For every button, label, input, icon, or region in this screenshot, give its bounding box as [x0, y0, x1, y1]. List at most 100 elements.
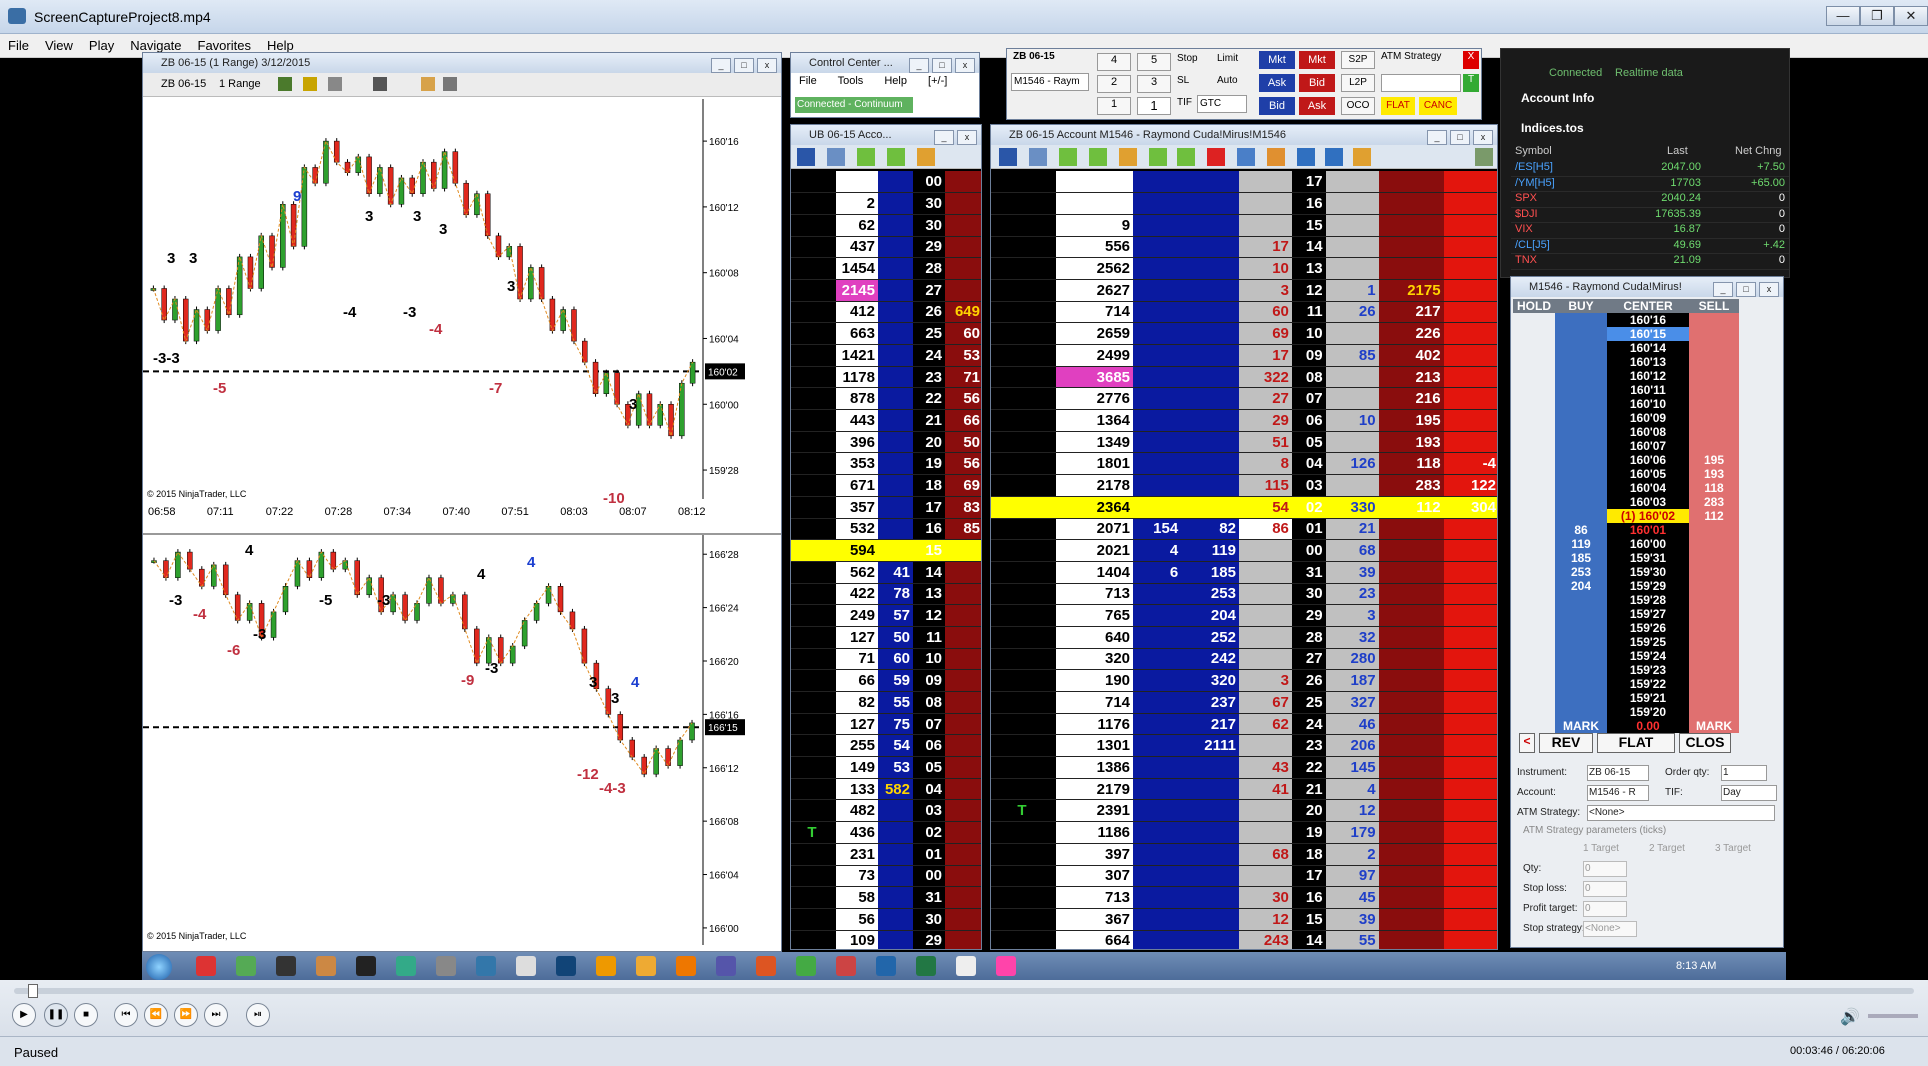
hold-cell[interactable] [1513, 341, 1555, 355]
dom-row[interactable]: 73 00 [791, 865, 981, 888]
hold-row[interactable]: 159'22 [1513, 677, 1739, 691]
buy-cell[interactable]: 119 [1555, 537, 1607, 551]
hold-row[interactable]: (1) 160'02 112 [1513, 509, 1739, 523]
ub-price-cell[interactable]: 04 [913, 778, 945, 801]
sell-cell[interactable] [1689, 425, 1739, 439]
dom-row[interactable]: 82 55 08 [791, 691, 981, 714]
ub-price-cell[interactable]: 23 [913, 366, 945, 389]
center-price-cell[interactable]: 159'25 [1607, 635, 1689, 649]
buy-cell[interactable] [1555, 383, 1607, 397]
sell-cell[interactable] [1689, 383, 1739, 397]
dom-row[interactable]: 109 29 [791, 930, 981, 949]
dom-row[interactable]: 1176 217 62 24 46 [991, 713, 1497, 736]
buy-cell[interactable] [1555, 355, 1607, 369]
oe-qty-input[interactable]: 1 [1137, 97, 1171, 115]
hold-cell[interactable] [1513, 439, 1555, 453]
dom-row[interactable]: 2179 41 21 4 [991, 778, 1497, 801]
zb-price-cell[interactable]: 15 [1291, 908, 1326, 931]
dom-row[interactable]: 2145 27 [791, 279, 981, 302]
hold-cell[interactable] [1513, 719, 1555, 733]
hold-cell[interactable] [1513, 607, 1555, 621]
hold-ladder[interactable]: HOLD BUY CENTER SELL 160'16 160'15 160'14 1… [1513, 299, 1739, 733]
zb-price-cell[interactable]: 03 [1291, 474, 1326, 497]
buy-bid-button[interactable]: Bid [1259, 97, 1295, 115]
dom-row[interactable]: 765 204 29 3 [991, 604, 1497, 627]
hold-row[interactable]: 119 160'00 [1513, 537, 1739, 551]
hold-row[interactable]: 86 160'01 [1513, 523, 1739, 537]
sell-bid-button[interactable]: Bid [1299, 74, 1335, 92]
buy-cell[interactable] [1555, 649, 1607, 663]
qty-4-button[interactable]: 4 [1097, 53, 1131, 71]
zb-close-button[interactable]: x [1473, 130, 1493, 145]
hold-cell[interactable] [1513, 537, 1555, 551]
zb-price-cell[interactable]: 17 [1291, 865, 1326, 888]
sl-radio[interactable]: SL [1177, 75, 1189, 86]
buy-cell[interactable]: 204 [1555, 579, 1607, 593]
form-account-select[interactable]: M1546 - R [1587, 785, 1649, 801]
rev-button[interactable]: REV [1539, 733, 1593, 753]
dom-row[interactable]: 190 320 3 26 187 [991, 669, 1497, 692]
center-price-cell[interactable]: 159'20 [1607, 705, 1689, 719]
dom-row[interactable]: 1364 29 06 10 195 [991, 409, 1497, 432]
ub-price-cell[interactable]: 01 [913, 843, 945, 866]
taskbar-app-icon[interactable] [676, 956, 696, 976]
hold-cell[interactable] [1513, 327, 1555, 341]
cc-menu-help[interactable]: Help [884, 75, 907, 87]
sell-cell[interactable] [1689, 439, 1739, 453]
buy-cell[interactable] [1555, 705, 1607, 719]
ub-price-cell[interactable]: 07 [913, 713, 945, 736]
sell-cell[interactable] [1689, 705, 1739, 719]
buy-cell[interactable] [1555, 425, 1607, 439]
hold-row[interactable]: 160'12 [1513, 369, 1739, 383]
ub-filter-icon[interactable] [827, 148, 845, 166]
taskbar-app-icon[interactable] [716, 956, 736, 976]
buy-cell[interactable]: MARK [1555, 719, 1607, 733]
tif-select[interactable]: GTC [1197, 95, 1247, 113]
taskbar-app-icon[interactable] [956, 956, 976, 976]
ub-price-cell[interactable]: 30 [913, 908, 945, 931]
sell-cell[interactable] [1689, 565, 1739, 579]
hold-cell[interactable] [1513, 453, 1555, 467]
ub-price-cell[interactable]: 19 [913, 452, 945, 476]
wl-col-symbol[interactable]: Symbol [1515, 145, 1552, 157]
taskbar-app-icon[interactable] [836, 956, 856, 976]
ub-price-cell[interactable]: 17 [913, 496, 945, 519]
seek-bar[interactable] [14, 988, 1914, 994]
zb-alert-icon[interactable] [1207, 148, 1225, 166]
zb-price-cell[interactable]: 16 [1291, 886, 1326, 909]
hold-row[interactable]: 159'24 [1513, 649, 1739, 663]
hold-cell[interactable] [1513, 411, 1555, 425]
hold-max-button[interactable]: □ [1736, 282, 1756, 297]
dom-row[interactable]: 1404 6 185 31 39 [991, 561, 1497, 584]
hold-cell[interactable] [1513, 635, 1555, 649]
sell-cell[interactable]: 112 [1689, 509, 1739, 523]
center-price-cell[interactable]: 159'30 [1607, 565, 1689, 579]
dom-row[interactable]: 56 30 [791, 908, 981, 931]
sell-cell[interactable] [1689, 341, 1739, 355]
center-price-cell[interactable]: 160'07 [1607, 439, 1689, 453]
dom-row[interactable]: 412 26 649 [791, 301, 981, 324]
center-price-cell[interactable]: 159'29 [1607, 579, 1689, 593]
ub-price-cell[interactable]: 29 [913, 930, 945, 949]
dom-row[interactable]: 127 75 07 [791, 713, 981, 736]
hold-row[interactable]: 160'07 [1513, 439, 1739, 453]
dom-row[interactable]: 62 30 [791, 214, 981, 237]
l2p-button[interactable]: L2P [1341, 74, 1375, 92]
zb-price-cell[interactable]: 06 [1291, 409, 1326, 432]
dom-row[interactable]: 2659 69 10 226 [991, 322, 1497, 345]
ub-price-cell[interactable]: 14 [913, 561, 945, 584]
dom-row[interactable]: 1186 19 179 [991, 821, 1497, 844]
dom-row[interactable]: 1386 43 22 145 [991, 756, 1497, 779]
center-price-cell[interactable]: 160'11 [1607, 383, 1689, 397]
dom-row[interactable]: 532 16 85 [791, 518, 981, 541]
center-price-cell[interactable]: 159'21 [1607, 691, 1689, 705]
dom-row[interactable]: 2562 10 13 [991, 257, 1497, 280]
ub-price-cell[interactable]: 21 [913, 409, 945, 432]
form-stopstrat-select[interactable]: <None> [1583, 921, 1637, 937]
sell-cell[interactable] [1689, 593, 1739, 607]
zb-price-cell[interactable]: 27 [1291, 648, 1326, 671]
atm-strategy-check[interactable]: ATM Strategy [1381, 51, 1441, 62]
zb-price-cell[interactable]: 02 [1291, 496, 1326, 519]
hold-close-button[interactable]: x [1759, 282, 1779, 297]
taskbar-app-icon[interactable] [596, 956, 616, 976]
